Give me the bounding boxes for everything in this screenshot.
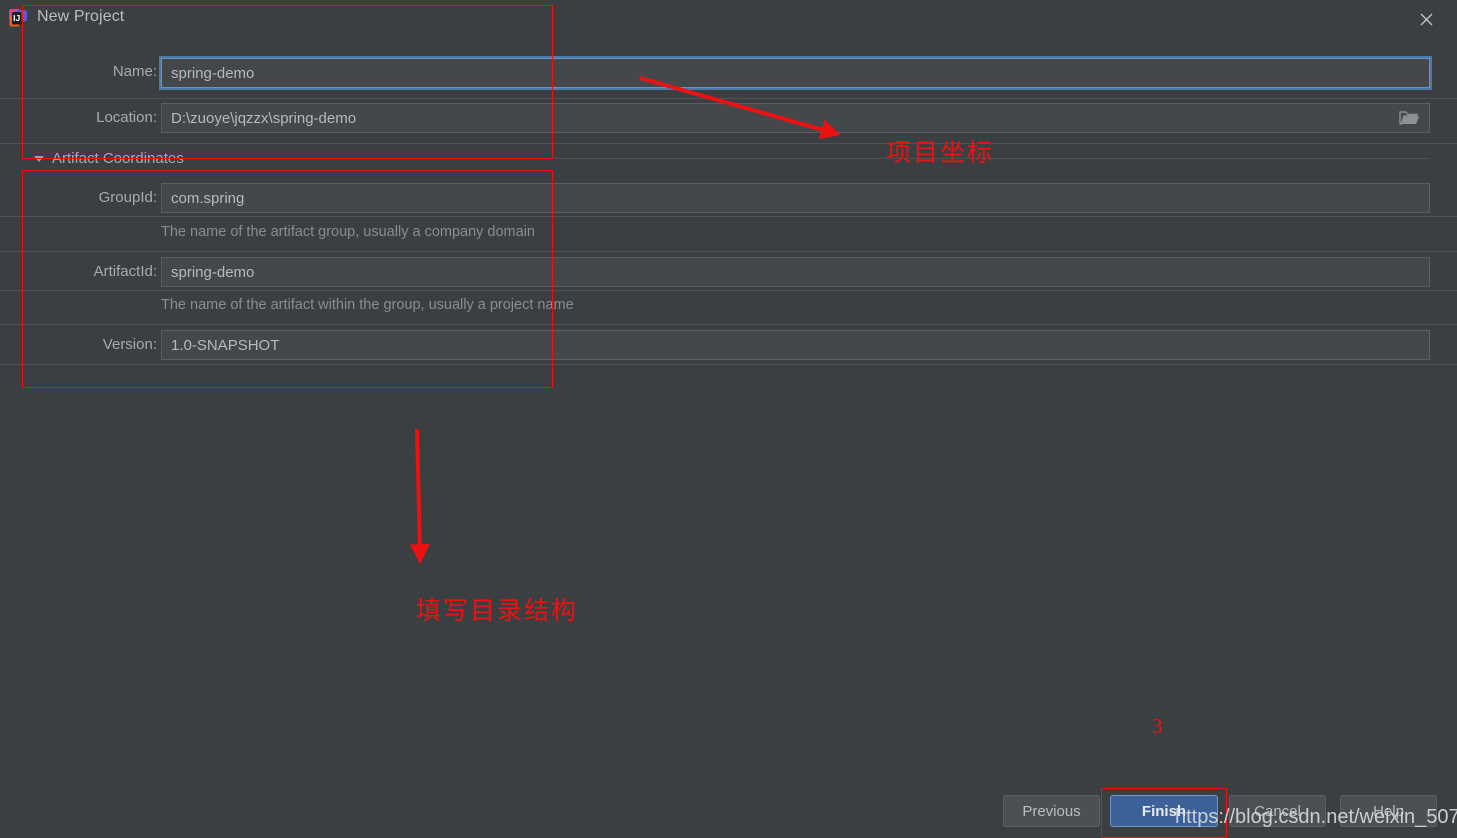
- chevron-down-icon: [34, 155, 44, 162]
- new-project-dialog: IJ New Project Name: Location: Artifact …: [0, 0, 1457, 838]
- groupid-input[interactable]: [161, 183, 1430, 213]
- previous-button[interactable]: Previous: [1003, 795, 1100, 827]
- svg-text:IJ: IJ: [13, 13, 20, 23]
- groupid-hint: The name of the artifact group, usually …: [161, 224, 535, 240]
- row-divider-6: [0, 324, 1457, 325]
- folder-icon[interactable]: [1396, 107, 1422, 129]
- row-divider-4: [0, 251, 1457, 252]
- intellij-idea-icon: IJ: [8, 8, 29, 29]
- groupid-label: GroupId:: [98, 189, 157, 206]
- artifactid-label: ArtifactId:: [93, 263, 157, 280]
- dialog-title-bar: IJ New Project: [0, 0, 1457, 38]
- location-input[interactable]: [161, 103, 1430, 133]
- artifact-coordinates-label: Artifact Coordinates: [52, 150, 184, 167]
- close-icon[interactable]: [1411, 4, 1441, 34]
- annotation-step-number: 3: [1152, 714, 1163, 738]
- annotation-label-directory-structure: 填写目录结构: [416, 597, 579, 625]
- section-rule: [208, 158, 1430, 159]
- watermark-url: https://blog.csdn.net/weixin_50707679: [1175, 806, 1457, 828]
- row-divider-1: [0, 98, 1457, 99]
- version-input[interactable]: [161, 330, 1430, 360]
- location-label: Location:: [96, 109, 157, 126]
- artifactid-hint: The name of the artifact within the grou…: [161, 297, 574, 313]
- name-input[interactable]: [161, 58, 1430, 88]
- name-label: Name:: [112, 63, 157, 80]
- row-divider-7: [0, 364, 1457, 365]
- row-divider-2: [0, 143, 1457, 144]
- row-divider-3: [0, 216, 1457, 217]
- annotation-arrow-directory-structure: [409, 428, 430, 565]
- artifact-coordinates-section-toggle[interactable]: Artifact Coordinates: [34, 150, 184, 167]
- artifactid-input[interactable]: [161, 257, 1430, 287]
- row-divider-5: [0, 290, 1457, 291]
- annotation-label-project-coordinates: 项目坐标: [886, 139, 995, 167]
- dialog-title: New Project: [37, 8, 125, 25]
- version-label: Version:: [102, 336, 157, 353]
